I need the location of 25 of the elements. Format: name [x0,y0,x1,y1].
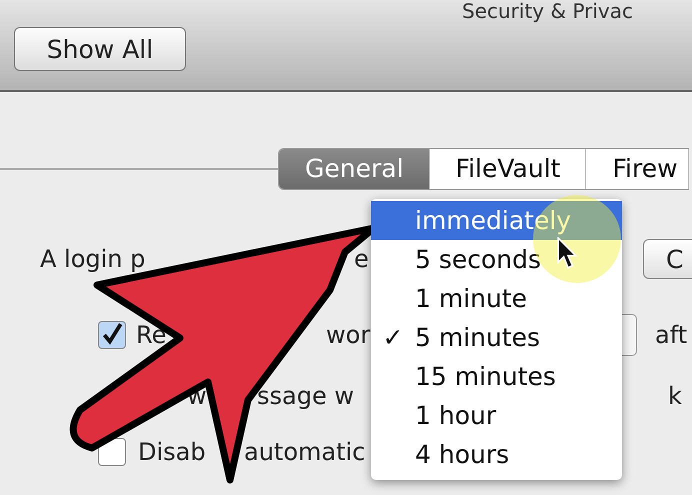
login-label: e [354,245,369,273]
menu-item[interactable]: 5 seconds [371,240,622,279]
menu-item[interactable]: ✓ 5 minutes [371,318,622,357]
option-label: wor [326,321,370,349]
option-label: k [668,382,682,410]
menu-item[interactable]: 15 minutes [371,357,622,396]
option-label: aft [655,321,688,349]
checkbox[interactable] [98,321,126,349]
option-label: Re [136,321,166,349]
menu-item[interactable]: 1 minute [371,279,622,318]
login-label: A login p [40,245,146,273]
window-title: Security & Privac [462,0,634,22]
options-button[interactable]: C [643,239,692,279]
option-label: Disab [138,438,206,466]
tab[interactable]: General [279,149,430,189]
menu-item[interactable]: 4 hours [371,435,622,474]
pointer-icon [556,237,578,270]
option-label: ssage w [257,382,354,410]
menu-item[interactable]: 1 hour [371,396,622,435]
tab[interactable]: Firew [586,149,689,189]
menu-item[interactable]: immediately [371,201,622,240]
show-all-button[interactable]: Show All [14,27,186,71]
tab[interactable]: FileVault [430,149,586,189]
option-label: automatic [244,438,366,466]
check-mark: ✓ [382,322,404,354]
